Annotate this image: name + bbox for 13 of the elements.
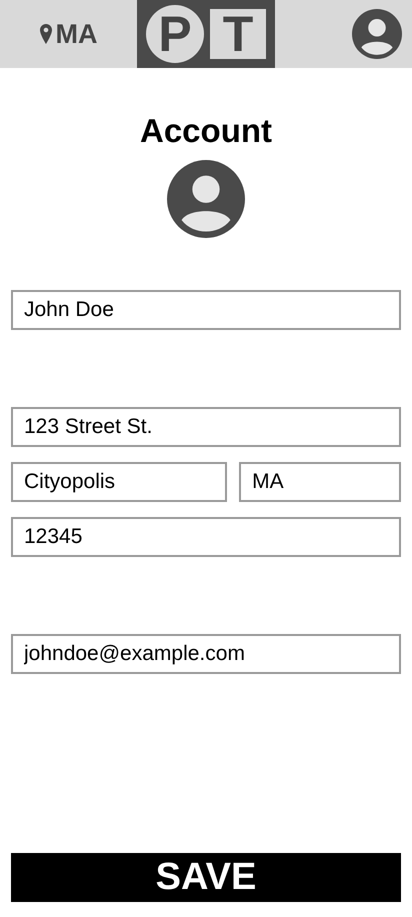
logo-letter: T <box>210 9 266 59</box>
location-label: MA <box>56 18 98 50</box>
avatar-icon[interactable] <box>167 160 245 238</box>
input-field[interactable]: MA <box>239 462 401 502</box>
save-button[interactable]: SAVE <box>11 853 401 902</box>
input-field[interactable]: John Doe <box>11 290 401 330</box>
input-field[interactable]: 12345 <box>11 517 401 557</box>
user-icon <box>352 9 402 59</box>
input-field[interactable]: Cityopolis <box>11 462 228 502</box>
logo-letter: P <box>146 5 204 63</box>
location-pin-icon <box>40 24 52 44</box>
input-field[interactable]: 123 Street St. <box>11 407 401 447</box>
page-title: Account <box>139 112 273 150</box>
